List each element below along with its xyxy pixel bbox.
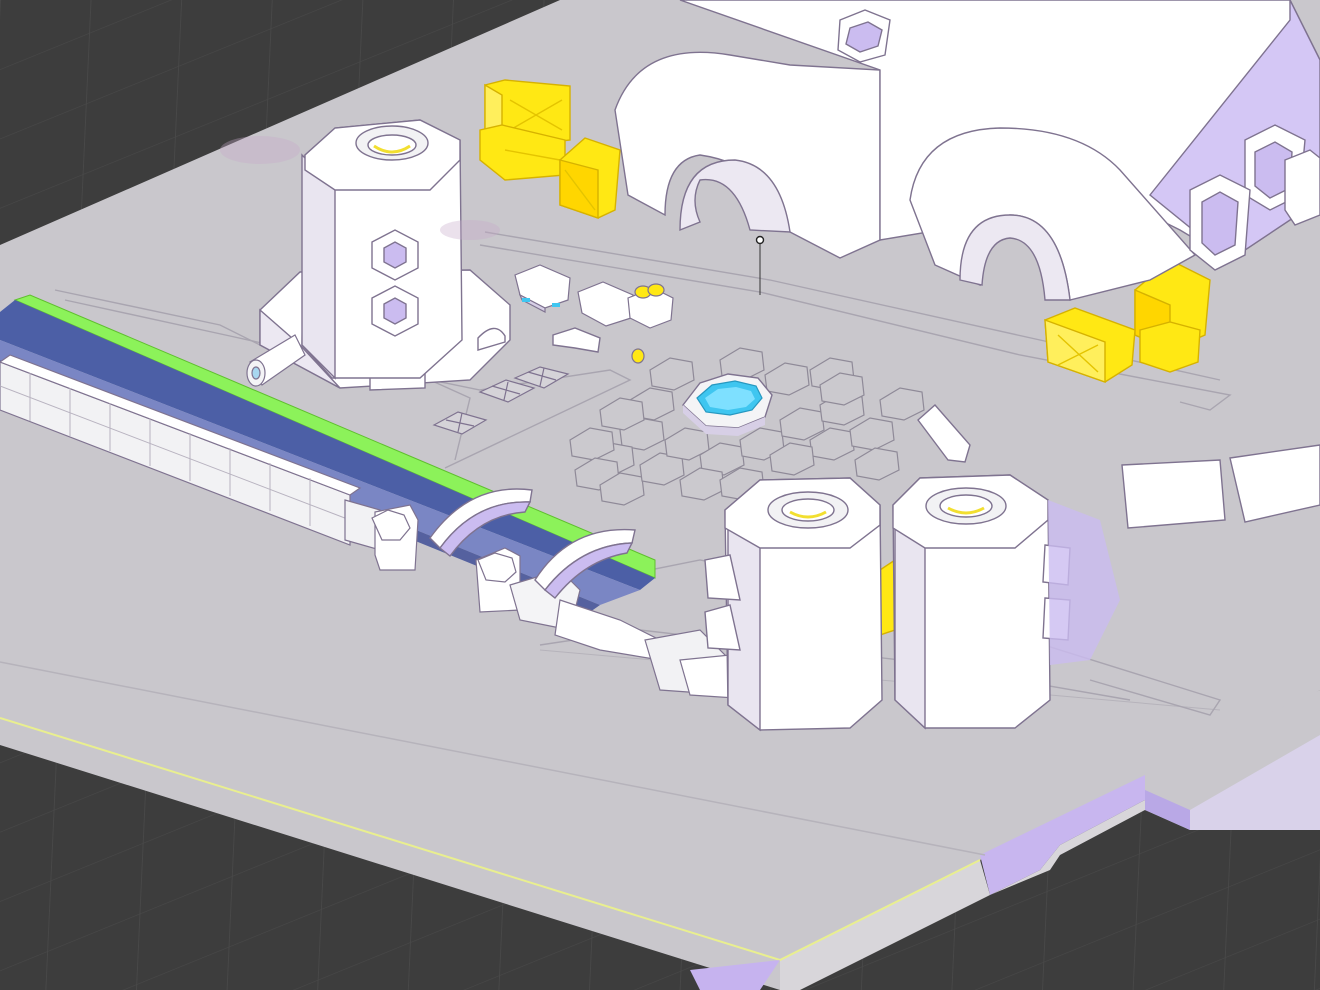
scene-canvas[interactable] [0, 0, 1320, 990]
3d-viewport[interactable] [0, 0, 1320, 990]
